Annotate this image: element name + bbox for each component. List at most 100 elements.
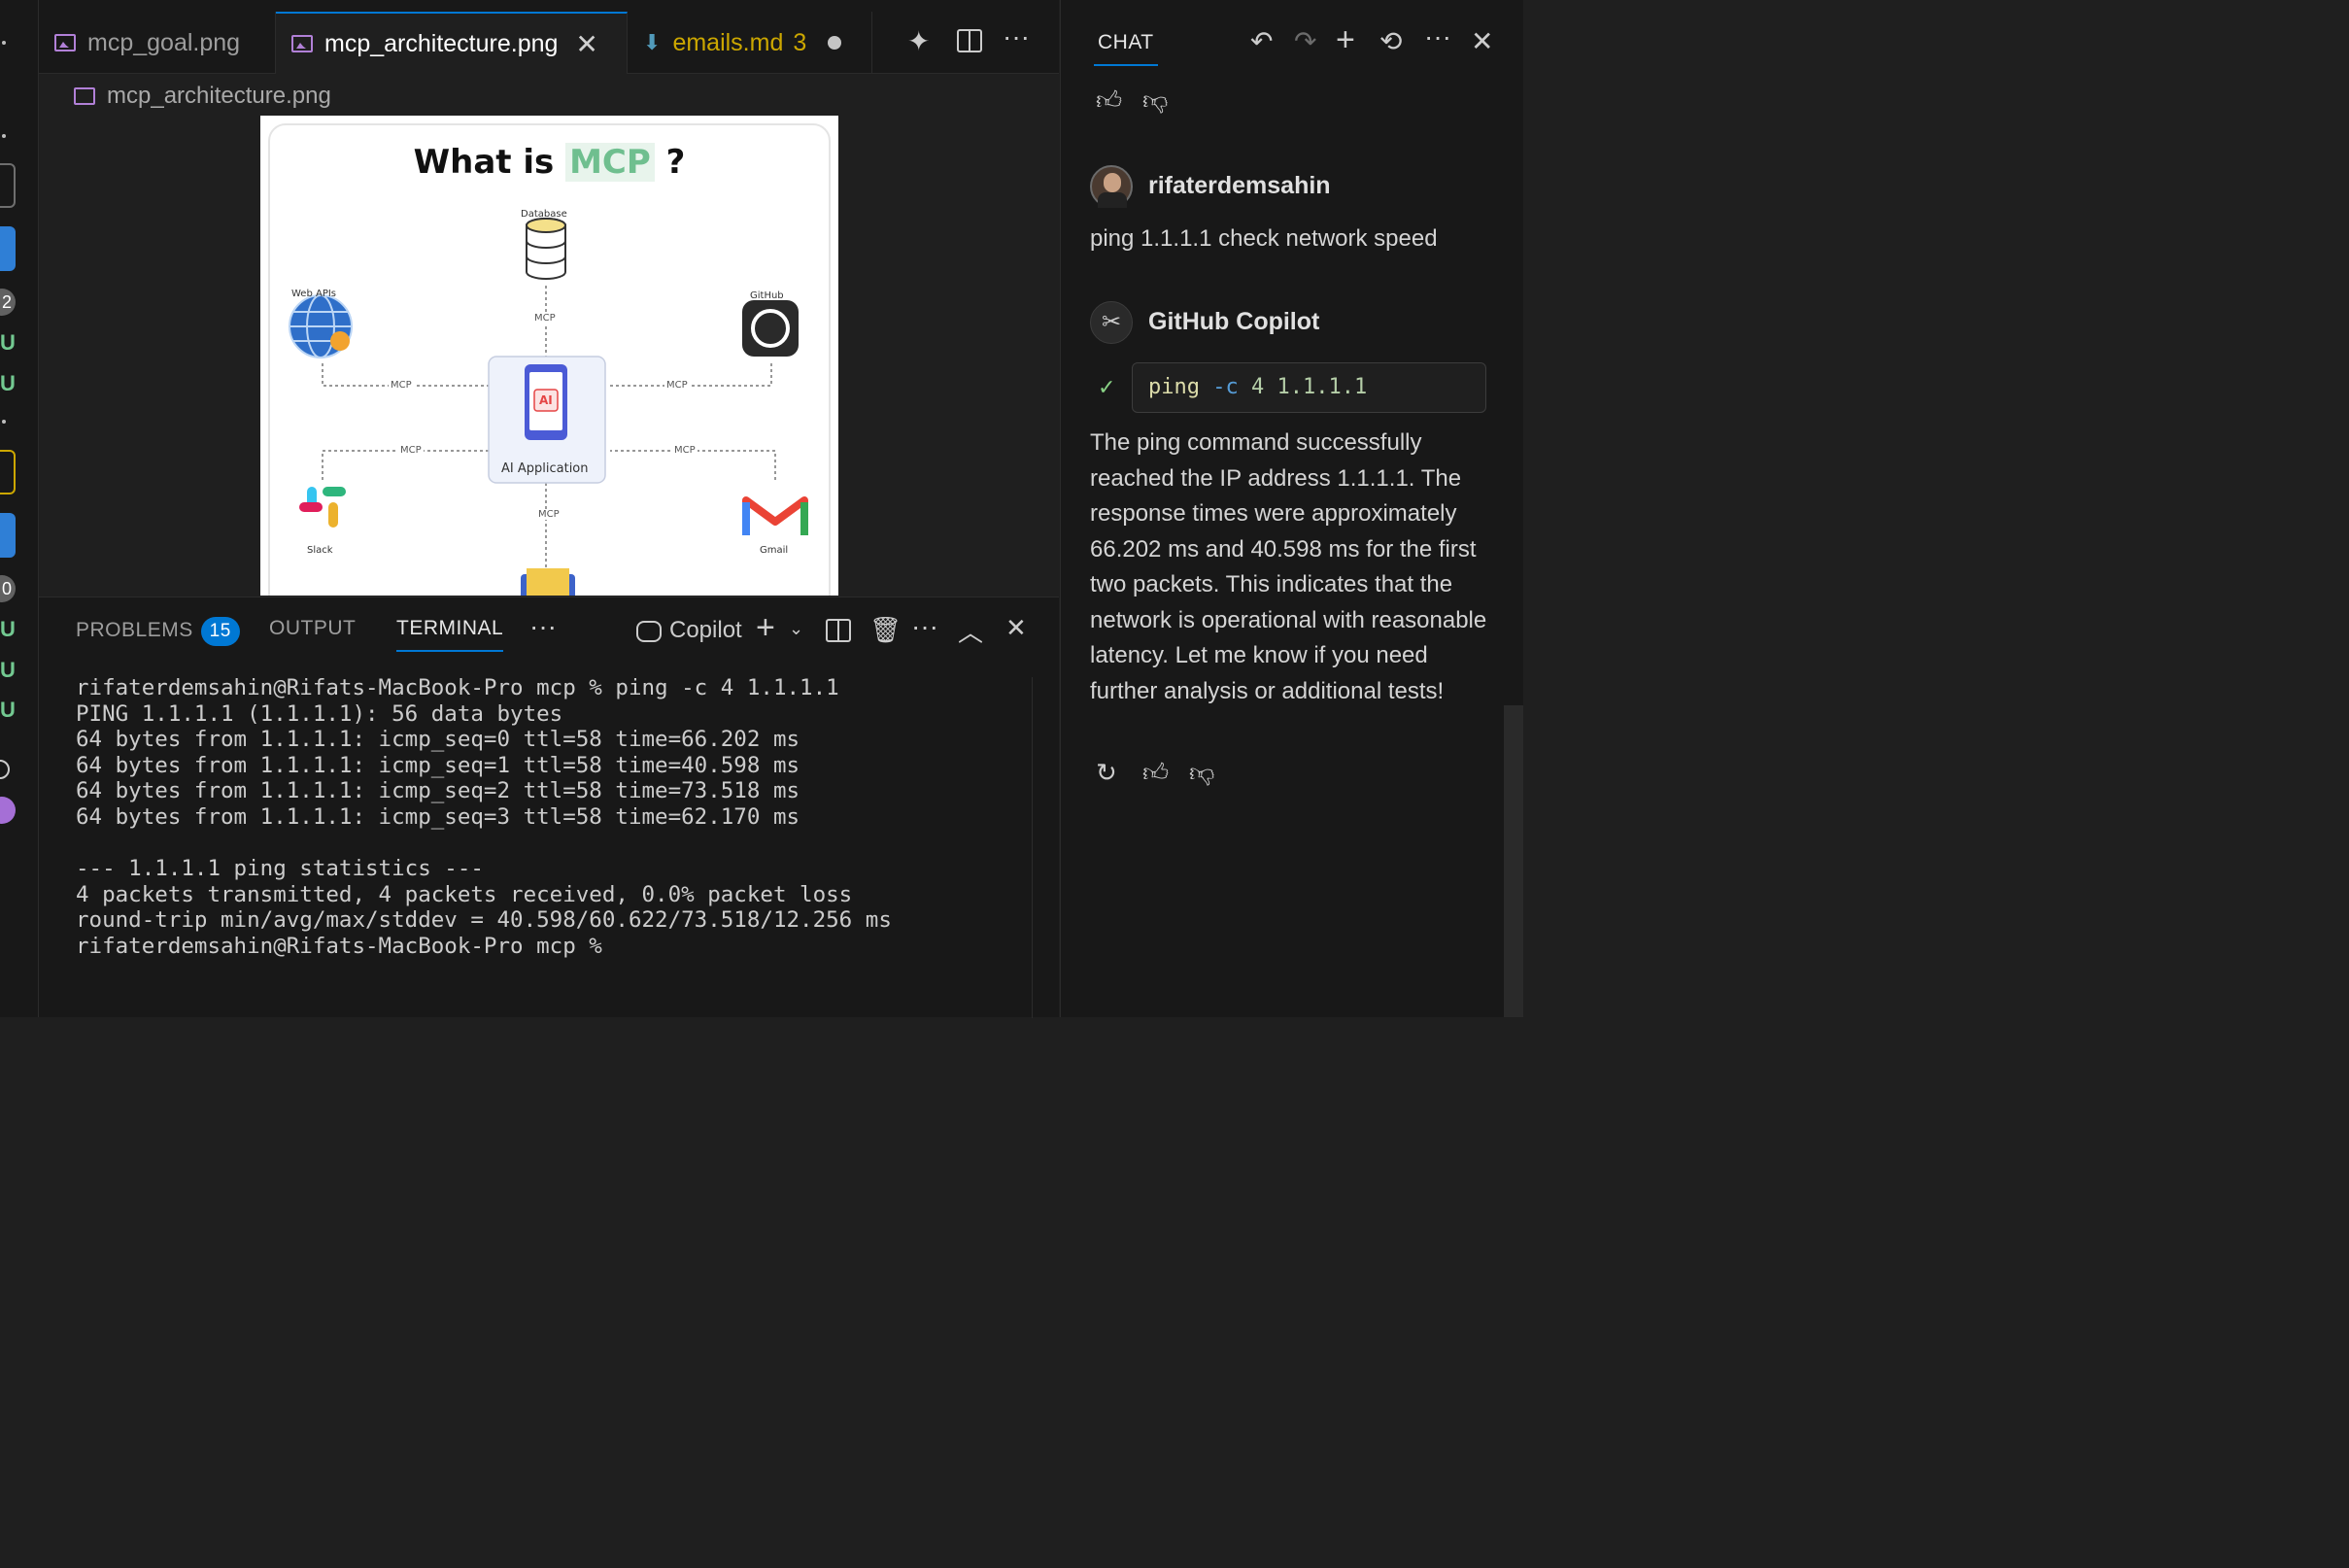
retry-icon[interactable]: ↻: [1096, 758, 1117, 788]
connector-label: MCP: [664, 380, 690, 391]
activity-dot-icon: [2, 420, 6, 424]
connector-label: MCP: [389, 380, 414, 391]
git-added-icon: U: [0, 617, 16, 641]
connector-label: MCP: [398, 445, 424, 456]
thumbs-up-icon[interactable]: 👍︎: [1142, 758, 1169, 788]
terminal-scrollbar[interactable]: [1032, 677, 1033, 1018]
tab-label: mcp_goal.png: [87, 28, 241, 56]
activity-badge: 0: [0, 575, 16, 602]
activity-dot-icon: [2, 134, 6, 138]
terminal-line: rifaterdemsahin@Rifats-MacBook-Pro mcp %…: [76, 675, 839, 700]
terminal-line: PING 1.1.1.1 (1.1.1.1): 56 data bytes: [76, 700, 563, 727]
tab-label: mcp_architecture.png: [324, 29, 559, 57]
terminal-profile[interactable]: Copilot: [636, 617, 742, 644]
chat-scrollbar[interactable]: [1504, 705, 1523, 1017]
bottom-panel: PROBLEMS 15 OUTPUT TERMINAL ··· Copilot +…: [39, 597, 1059, 1018]
image-preview: What is MCP ? Database Web APIs GitHub A…: [260, 116, 838, 596]
ai-chip-label: AI: [539, 393, 553, 407]
tab-terminal[interactable]: TERMINAL: [396, 617, 504, 652]
sparkle-icon[interactable]: ✦: [907, 25, 930, 57]
connector-label: MCP: [672, 445, 698, 456]
terminal-line: rifaterdemsahin@Rifats-MacBook-Pro mcp %: [76, 933, 602, 959]
close-chat-icon[interactable]: ✕: [1471, 25, 1493, 57]
terminal-line: 64 bytes from 1.1.1.1: icmp_seq=3 ttl=58…: [76, 803, 800, 830]
git-added-icon: U: [0, 698, 16, 722]
problem-count: 3: [793, 28, 807, 56]
tab-mcp-architecture[interactable]: mcp_architecture.png ✕: [276, 12, 628, 74]
trash-icon[interactable]: 🗑: [869, 615, 902, 645]
connector-label: MCP: [536, 509, 562, 520]
node-label-slack: Slack: [307, 545, 333, 556]
tab-mcp-goal[interactable]: mcp_goal.png: [39, 12, 276, 74]
maximize-panel-icon[interactable]: ︿: [958, 613, 983, 649]
modified-dot-icon[interactable]: [828, 36, 842, 50]
slack-icon: [299, 487, 346, 528]
gmail-icon: [742, 496, 808, 535]
activity-item-warning[interactable]: [0, 450, 16, 494]
user-message: ping 1.1.1.1 check network speed: [1090, 225, 1438, 252]
account-icon[interactable]: [0, 797, 16, 824]
check-icon: ✓: [1098, 375, 1116, 399]
command-block[interactable]: ping -c 4 1.1.1.1: [1132, 362, 1486, 413]
sync-icon[interactable]: [0, 760, 10, 779]
more-actions-icon[interactable]: ···: [911, 611, 938, 642]
github-icon: [742, 300, 799, 357]
more-actions-icon[interactable]: ···: [1424, 21, 1451, 52]
markdown-file-icon: ⬇: [643, 30, 662, 54]
diagram-card: What is MCP ? Database Web APIs GitHub A…: [268, 123, 831, 596]
user-name: rifaterdemsahin: [1148, 172, 1331, 199]
chat-sidebar: CHAT ↶ ↷ + ⟲ ··· ✕ 👍︎ 👎︎ rifaterdemsahin…: [1060, 0, 1523, 1017]
assistant-name: GitHub Copilot: [1148, 308, 1320, 335]
activity-item-active[interactable]: [0, 513, 16, 558]
problems-count-badge: 15: [200, 617, 240, 646]
copilot-tools-icon: ✂: [1090, 301, 1133, 344]
split-editor-icon[interactable]: [957, 29, 982, 52]
node-label-web-apis: Web APIs: [291, 289, 337, 299]
chevron-down-icon[interactable]: ⌄: [789, 619, 803, 639]
activity-badge: 2: [0, 289, 16, 316]
git-added-icon: U: [0, 371, 16, 395]
thumbs-down-icon[interactable]: 👎︎: [1189, 758, 1214, 788]
database-icon: [526, 218, 566, 280]
node-label-github: GitHub: [750, 290, 784, 301]
terminal-line: 4 packets transmitted, 4 packets receive…: [76, 881, 853, 907]
tab-output[interactable]: OUTPUT: [269, 617, 356, 640]
close-icon[interactable]: ✕: [575, 28, 597, 60]
activity-bar: 2 U U 0 U U U: [0, 0, 39, 1017]
terminal-line: 64 bytes from 1.1.1.1: icmp_seq=1 ttl=58…: [76, 752, 800, 778]
diagram-connectors: [289, 218, 808, 596]
connector-label: MCP: [532, 313, 558, 324]
tab-problems[interactable]: PROBLEMS 15: [76, 617, 240, 646]
node-label-gmail: Gmail: [760, 545, 789, 556]
close-panel-icon[interactable]: ✕: [1005, 613, 1027, 643]
breadcrumb-label: mcp_architecture.png: [107, 83, 331, 109]
new-chat-icon[interactable]: +: [1336, 21, 1355, 59]
node-label-ai-application: AI Application: [501, 461, 589, 476]
activity-item-search[interactable]: [0, 226, 16, 271]
terminal-line: --- 1.1.1.1 ping statistics ---: [76, 856, 484, 882]
image-file-icon: [74, 87, 95, 105]
avatar: [1090, 165, 1133, 208]
more-actions-icon[interactable]: ···: [1003, 21, 1030, 52]
redo-icon[interactable]: ↷: [1294, 25, 1316, 57]
copilot-icon: [636, 620, 662, 642]
web-globe-icon: [289, 294, 353, 358]
git-added-icon: U: [0, 330, 16, 355]
terminal-line: 64 bytes from 1.1.1.1: icmp_seq=2 ttl=58…: [76, 778, 800, 804]
chat-title[interactable]: CHAT: [1094, 31, 1158, 66]
undo-icon[interactable]: ↶: [1250, 25, 1273, 57]
terminal-line: round-trip min/avg/max/stddev = 40.598/6…: [76, 907, 892, 934]
breadcrumb[interactable]: mcp_architecture.png: [74, 82, 331, 111]
terminal-output[interactable]: rifaterdemsahin@Rifats-MacBook-Pro mcp %…: [76, 675, 892, 960]
tab-emails-md[interactable]: ⬇ emails.md 3: [628, 12, 872, 74]
thumbs-up-icon[interactable]: 👍︎: [1096, 85, 1122, 116]
thumbs-down-icon[interactable]: 👎︎: [1142, 85, 1168, 116]
split-terminal-icon[interactable]: [826, 619, 851, 642]
more-tabs-icon[interactable]: ···: [529, 611, 557, 642]
image-file-icon: [291, 35, 313, 52]
history-icon[interactable]: ⟲: [1379, 25, 1402, 57]
activity-item-explorer[interactable]: [0, 163, 16, 208]
terminal-line: 64 bytes from 1.1.1.1: icmp_seq=0 ttl=58…: [76, 727, 800, 753]
new-terminal-icon[interactable]: +: [756, 609, 775, 647]
